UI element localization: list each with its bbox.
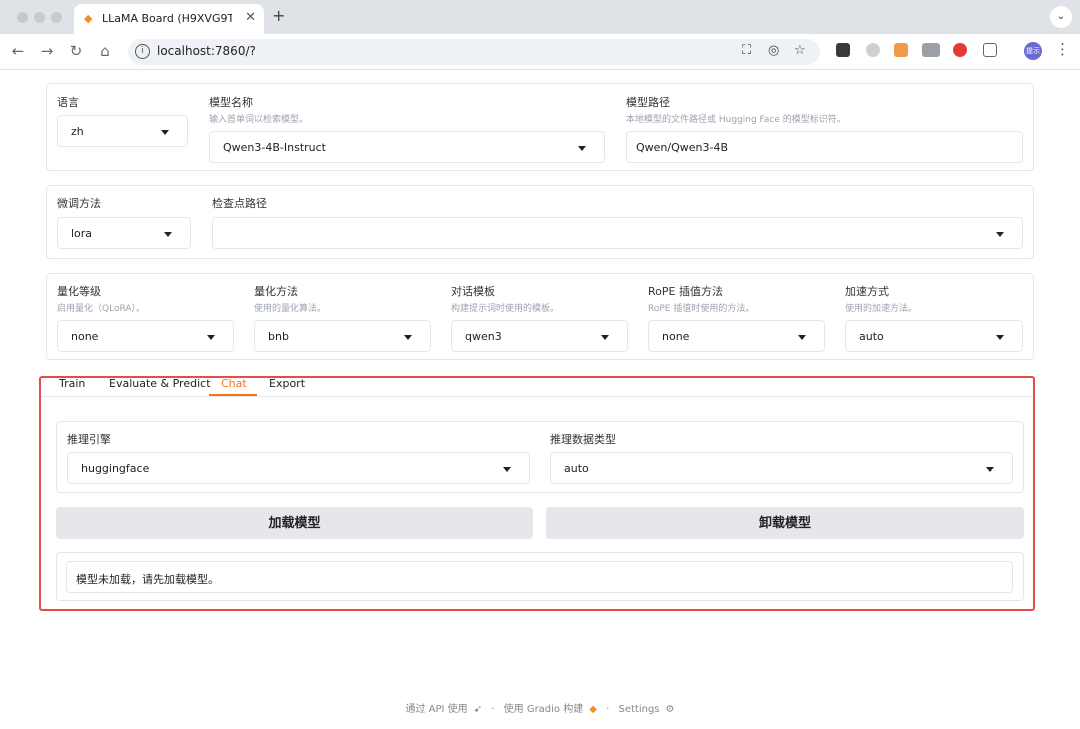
footer-api-link[interactable]: 通过 API 使用 (406, 704, 468, 715)
tab-search-chevron-icon[interactable]: ⌄ (1050, 6, 1072, 28)
extensions-puzzle-icon[interactable] (983, 43, 997, 57)
booster-label: 加速方式 (845, 285, 889, 298)
template-hint: 构建提示词时使用的模板。 (451, 304, 560, 314)
booster-hint: 使用的加速方法。 (845, 304, 918, 314)
footer-separator: · (606, 704, 610, 715)
browser-toolbar: ← → ↻ ⌂ i localhost:7860/? ⛶ ◎ ☆ (0, 34, 1080, 70)
extension-2-icon[interactable] (866, 43, 880, 57)
forward-arrow-icon[interactable]: → (37, 42, 57, 60)
dropdown-caret-icon (404, 335, 412, 340)
chat-tab-highlight-frame (39, 376, 1035, 611)
window-zoom-button[interactable] (51, 12, 62, 23)
language-label: 语言 (57, 96, 79, 109)
model-path-label: 模型路径 (626, 96, 670, 109)
browser-tab-title: LLaMA Board (H9XVG9TD99 (102, 12, 232, 25)
template-dropdown[interactable]: qwen3 (451, 320, 628, 352)
eye-off-icon[interactable]: ◎ (768, 43, 779, 58)
browser-tab[interactable]: ◆ LLaMA Board (H9XVG9TD99 ✕ (74, 4, 264, 34)
finetune-method-dropdown[interactable]: lora (57, 217, 191, 249)
home-icon[interactable]: ⌂ (95, 42, 115, 60)
dropdown-caret-icon (207, 335, 215, 340)
dropdown-caret-icon (161, 130, 169, 135)
booster-dropdown[interactable]: auto (845, 320, 1023, 352)
dropdown-caret-icon (798, 335, 806, 340)
browser-menu-icon[interactable]: ⋮ (1055, 40, 1070, 58)
window-close-button[interactable] (17, 12, 28, 23)
rope-hint: RoPE 插值时使用的方法。 (648, 304, 755, 314)
window-minimize-button[interactable] (34, 12, 45, 23)
model-name-dropdown[interactable]: Qwen3-4B-Instruct (209, 131, 605, 163)
back-arrow-icon[interactable]: ← (8, 42, 28, 60)
model-name-label: 模型名称 (209, 96, 253, 109)
page-footer: 通过 API 使用 ➹ · 使用 Gradio 构建 ◆ · Settings ⚙ (0, 700, 1080, 715)
dropdown-caret-icon (996, 335, 1004, 340)
footer-gradio-link[interactable]: 使用 Gradio 构建 (504, 704, 584, 715)
dropdown-caret-icon (996, 232, 1004, 237)
site-info-icon[interactable]: i (135, 44, 150, 59)
address-bar[interactable]: i localhost:7860/? ⛶ ◎ ☆ (128, 39, 820, 65)
dropdown-caret-icon (601, 335, 609, 340)
footer-settings-link[interactable]: Settings (619, 704, 660, 715)
profile-avatar[interactable]: 提示 (1024, 42, 1042, 60)
extension-1-icon[interactable] (836, 43, 850, 57)
checkpoint-path-label: 检查点路径 (212, 197, 267, 210)
footer-separator: · (491, 704, 495, 715)
quant-method-label: 量化方法 (254, 285, 298, 298)
quant-level-dropdown[interactable]: none (57, 320, 234, 352)
quant-level-label: 量化等级 (57, 285, 101, 298)
llama-board-favicon-icon: ◆ (84, 12, 93, 25)
quant-method-hint: 使用的量化算法。 (254, 304, 327, 314)
address-url: localhost:7860/? (157, 44, 256, 58)
extension-crx-icon[interactable] (922, 43, 940, 57)
browser-tab-strip: ◆ LLaMA Board (H9XVG9TD99 ✕ + ⌄ (0, 0, 1080, 34)
gradio-logo-icon: ◆ (589, 704, 597, 715)
model-path-input[interactable]: Qwen/Qwen3-4B (626, 131, 1023, 163)
rocket-icon: ➹ (473, 704, 483, 715)
quant-method-dropdown[interactable]: bnb (254, 320, 431, 352)
quant-level-hint: 启用量化（QLoRA）。 (57, 304, 145, 314)
gear-icon: ⚙ (665, 704, 675, 715)
translate-icon[interactable]: ⛶ (742, 43, 751, 58)
language-dropdown[interactable]: zh (57, 115, 188, 147)
extension-opera-icon[interactable] (953, 43, 967, 57)
rope-dropdown[interactable]: none (648, 320, 825, 352)
new-tab-icon[interactable]: + (272, 6, 285, 25)
checkpoint-path-dropdown[interactable] (212, 217, 1023, 249)
model-name-hint: 输入首单词以检索模型。 (209, 115, 309, 125)
model-path-hint: 本地模型的文件路径或 Hugging Face 的模型标识符。 (626, 115, 846, 125)
tab-close-icon[interactable]: ✕ (245, 10, 256, 25)
finetune-method-label: 微调方法 (57, 197, 101, 210)
dropdown-caret-icon (164, 232, 172, 237)
reload-icon[interactable]: ↻ (66, 42, 86, 60)
extension-3-icon[interactable] (894, 43, 908, 57)
template-label: 对话模板 (451, 285, 495, 298)
bookmark-star-icon[interactable]: ☆ (794, 43, 806, 58)
dropdown-caret-icon (578, 146, 586, 151)
rope-label: RoPE 插值方法 (648, 285, 723, 298)
